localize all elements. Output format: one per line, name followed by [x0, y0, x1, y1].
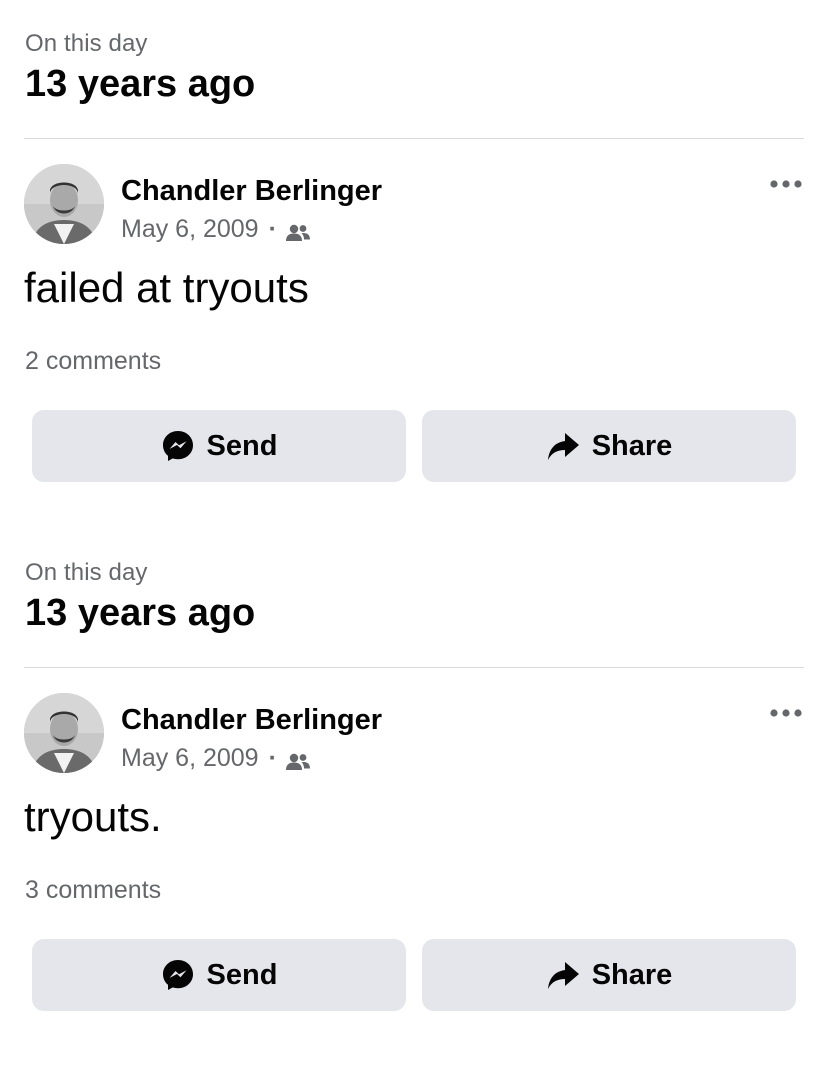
friends-icon — [285, 748, 311, 770]
more-options-icon[interactable] — [768, 174, 804, 194]
meta-separator: · — [268, 215, 277, 243]
share-label: Share — [591, 958, 673, 991]
post-meta: May 6, 2009 · — [121, 742, 311, 774]
send-button[interactable]: Send — [32, 410, 406, 482]
share-label: Share — [591, 429, 673, 462]
memory-eyebrow: On this day — [25, 559, 148, 586]
share-button[interactable]: Share — [422, 410, 796, 482]
divider — [24, 138, 804, 139]
comments-count[interactable]: 3 comments — [25, 873, 161, 907]
post-date[interactable]: May 6, 2009 — [121, 213, 259, 245]
messenger-icon — [161, 429, 195, 463]
memory-years-ago: 13 years ago — [25, 592, 256, 634]
post-date[interactable]: May 6, 2009 — [121, 742, 259, 774]
post-header: Chandler Berlinger May 6, 2009 · — [24, 164, 804, 246]
post-header: Chandler Berlinger May 6, 2009 · — [24, 693, 804, 775]
avatar[interactable] — [24, 693, 104, 773]
post-meta: May 6, 2009 · — [121, 213, 311, 245]
avatar[interactable] — [24, 164, 104, 244]
messenger-icon — [161, 958, 195, 992]
memory-eyebrow: On this day — [25, 30, 148, 57]
send-label: Send — [206, 429, 278, 462]
share-arrow-icon — [546, 958, 580, 992]
share-arrow-icon — [546, 429, 580, 463]
memory-header: On this day 13 years ago — [25, 557, 804, 635]
send-label: Send — [206, 958, 278, 991]
memory-card: On this day 13 years ago Chandler Berlin… — [0, 0, 828, 531]
memory-card: On this day 13 years ago Chandler Berlin… — [0, 529, 828, 1060]
author-name[interactable]: Chandler Berlinger — [121, 173, 382, 209]
memory-header: On this day 13 years ago — [25, 28, 804, 106]
author-name[interactable]: Chandler Berlinger — [121, 702, 382, 738]
post-text: failed at tryouts — [24, 264, 309, 311]
divider — [24, 667, 804, 668]
send-button[interactable]: Send — [32, 939, 406, 1011]
meta-separator: · — [268, 744, 277, 772]
memory-years-ago: 13 years ago — [25, 63, 256, 105]
post-text: tryouts. — [24, 793, 162, 840]
comments-count[interactable]: 2 comments — [25, 344, 161, 378]
friends-icon — [285, 219, 311, 241]
share-button[interactable]: Share — [422, 939, 796, 1011]
more-options-icon[interactable] — [768, 703, 804, 723]
